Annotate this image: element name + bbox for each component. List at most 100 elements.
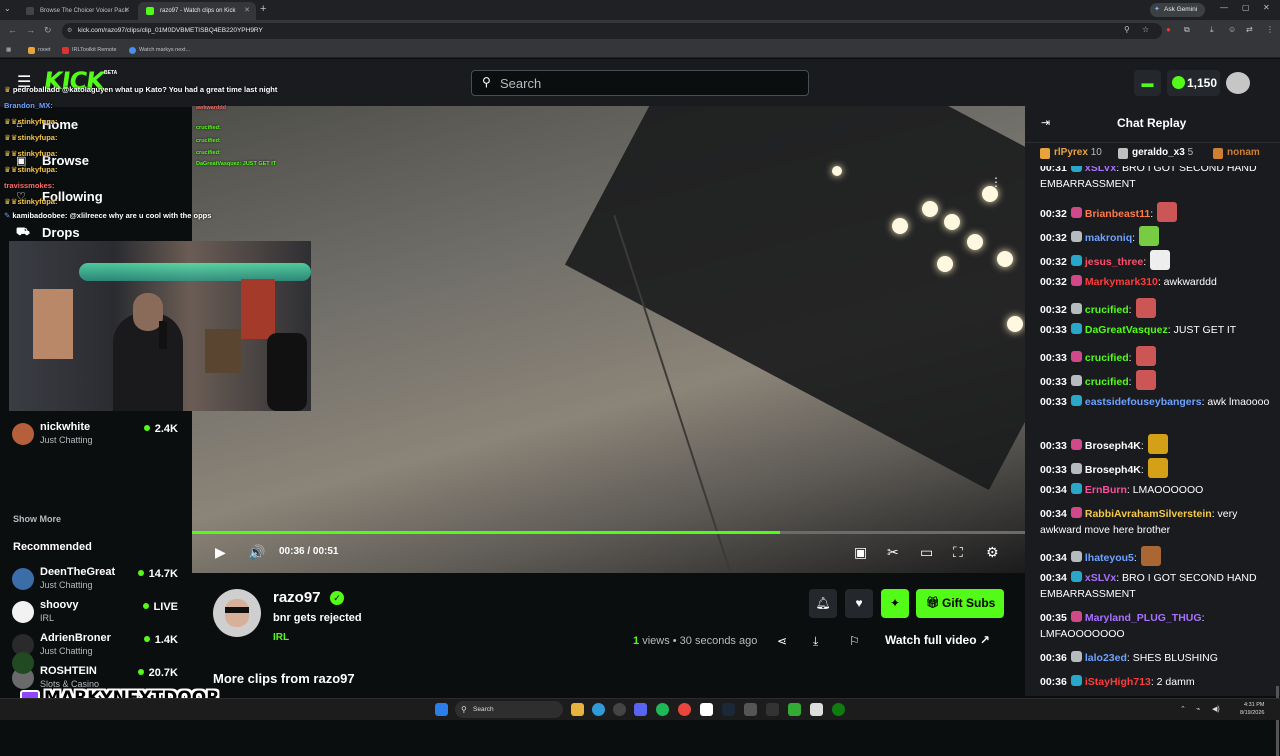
bookmark-item[interactable]: IRLToolkit Remote xyxy=(62,44,117,56)
picture-in-picture-icon[interactable]: ▭ xyxy=(920,544,933,561)
bookmark-item[interactable]: Watch markys next... xyxy=(129,44,190,56)
steam-icon[interactable] xyxy=(722,703,735,716)
message-username[interactable]: RabbiAvrahamSilverstein xyxy=(1085,508,1212,520)
message-username[interactable]: ErnBurn xyxy=(1085,484,1127,496)
bookmark-star-icon[interactable]: ☆ xyxy=(1142,25,1149,34)
message-username[interactable]: lhateyou5 xyxy=(1085,552,1134,564)
minimize-icon[interactable]: — xyxy=(1220,3,1228,12)
close-tab-icon[interactable]: ✕ xyxy=(124,2,130,20)
fullscreen-icon[interactable]: ⛶ xyxy=(953,544,963,561)
message-username[interactable]: xSLVx xyxy=(1085,166,1116,174)
app-icon[interactable] xyxy=(810,703,823,716)
system-clock[interactable]: 4:31 PM 8/19/2026 xyxy=(1240,701,1264,717)
browser-tab[interactable]: Browse The Choicer Voicer Pack ✕ xyxy=(18,2,136,20)
message-username[interactable]: Broseph4K xyxy=(1085,464,1141,476)
zoom-icon[interactable]: ⚲ xyxy=(1124,25,1130,34)
gift-subs-button[interactable]: 🎁︎ Gift Subs xyxy=(916,589,1004,618)
message-username[interactable]: jesus_three xyxy=(1085,256,1143,268)
xbox-icon[interactable] xyxy=(832,703,845,716)
spotify-icon[interactable] xyxy=(656,703,669,716)
sidebar-item-drops[interactable]: ⛟ Drops xyxy=(16,225,80,240)
translate-icon[interactable]: ⇄ xyxy=(1246,25,1253,34)
sidebar-channel[interactable]: shoovy IRL LIVE xyxy=(12,597,182,629)
tab-list-icon[interactable]: ⌄ xyxy=(4,4,11,13)
settings-icon[interactable] xyxy=(744,703,757,716)
volume-icon[interactable]: 🔊 xyxy=(248,544,265,561)
watch-full-video-link[interactable]: Watch full video ↗ xyxy=(885,633,990,647)
leaderboard-item[interactable]: nonam xyxy=(1213,147,1260,159)
taskbar-search[interactable]: Search xyxy=(455,701,563,718)
obs-icon[interactable] xyxy=(613,703,626,716)
channel-name[interactable]: razo97 xyxy=(273,589,321,606)
maximize-icon[interactable]: ▢ xyxy=(1242,3,1250,12)
clip-icon[interactable]: ✂ xyxy=(887,544,899,561)
forward-icon[interactable]: → xyxy=(26,25,35,35)
theater-mode-icon[interactable]: ▣ xyxy=(854,544,867,561)
follow-button[interactable]: ♥ xyxy=(845,589,873,618)
new-tab-icon[interactable]: + xyxy=(260,3,266,15)
apps-icon[interactable]: ▦ xyxy=(6,44,11,56)
message-username[interactable]: DaGreatVasquez xyxy=(1085,324,1168,336)
download-icon[interactable]: ⤓ xyxy=(1210,25,1214,35)
wallet-button[interactable]: ▬ xyxy=(1134,70,1161,96)
network-icon[interactable]: ⌁ xyxy=(1196,705,1200,713)
message-username[interactable]: eastsidefouseybangers xyxy=(1085,396,1202,408)
close-tab-icon[interactable]: ✕ xyxy=(244,2,250,20)
ask-gemini-button[interactable]: Ask Gemini xyxy=(1150,3,1206,17)
notifications-button[interactable]: 🔔︎ xyxy=(809,589,837,618)
message-username[interactable]: Maryland_PLUG_THUG xyxy=(1085,612,1202,624)
extensions-icon[interactable]: ⧉ xyxy=(1184,25,1190,35)
report-icon[interactable]: ⚐ xyxy=(849,634,860,648)
message-username[interactable]: Broseph4K xyxy=(1085,440,1141,452)
play-icon[interactable]: ▶ xyxy=(215,544,226,561)
url-field[interactable]: kick.com/razo97/clips/clip_01M0DVBMETISB… xyxy=(62,23,1162,39)
file-explorer-icon[interactable] xyxy=(571,703,584,716)
message-username[interactable]: Markymark310 xyxy=(1085,276,1158,288)
download-icon[interactable]: ⤓ xyxy=(813,634,818,649)
message-username[interactable]: makroniq xyxy=(1085,232,1132,244)
extension-icon[interactable]: ● xyxy=(1166,25,1171,34)
profile-icon[interactable]: ☺ xyxy=(1228,25,1236,34)
message-username[interactable]: lalo23ed xyxy=(1085,652,1127,664)
menu-icon[interactable]: ⋮ xyxy=(1266,25,1274,34)
user-avatar[interactable] xyxy=(1226,72,1250,94)
sidebar-channel[interactable]: AdrienBroner Just Chatting 1.4K xyxy=(12,630,182,662)
chat-scrollbar[interactable] xyxy=(1276,686,1279,756)
channel-avatar[interactable] xyxy=(213,589,261,637)
chrome-icon[interactable] xyxy=(678,703,691,716)
message-username[interactable]: Brianbeast11 xyxy=(1085,208,1150,220)
message-username[interactable]: iStayHigh713 xyxy=(1085,676,1151,688)
search-box[interactable]: ⚲ xyxy=(471,70,809,96)
back-icon[interactable]: ← xyxy=(8,25,17,35)
app-icon[interactable] xyxy=(788,703,801,716)
volume-icon[interactable]: ◀) xyxy=(1212,705,1220,713)
app-icon[interactable] xyxy=(700,703,713,716)
sidebar-channel[interactable]: DeenTheGreat Just Chatting 14.7K xyxy=(12,564,182,596)
browser-tab-active[interactable]: razo97 - Watch clips on Kick ✕ xyxy=(138,2,256,20)
message-username[interactable]: xSLVx xyxy=(1085,572,1116,584)
search-input[interactable] xyxy=(500,71,800,95)
show-more-link[interactable]: Show More xyxy=(13,514,61,524)
reload-icon[interactable]: ↻ xyxy=(44,25,52,36)
clip-category-link[interactable]: IRL xyxy=(273,632,289,643)
leaderboard-item[interactable]: rlPyrex 10 xyxy=(1040,147,1102,159)
share-icon[interactable]: ⋖ xyxy=(777,634,787,648)
sidebar-channel[interactable]: nickwhite Just Chatting 2.4K xyxy=(12,419,182,451)
discord-icon[interactable] xyxy=(634,703,647,716)
message-username[interactable]: crucified xyxy=(1085,376,1129,388)
bookmark-item[interactable]: rooet xyxy=(28,44,51,56)
windows-start-icon[interactable] xyxy=(435,703,448,716)
video-player[interactable] xyxy=(192,106,1025,573)
tray-chevron-icon[interactable]: ⌃ xyxy=(1180,705,1186,713)
edge-icon[interactable] xyxy=(592,703,605,716)
subscribe-button[interactable]: ✦ xyxy=(881,589,909,618)
close-window-icon[interactable]: ✕ xyxy=(1263,3,1270,12)
points-button[interactable]: 1,150 xyxy=(1167,70,1220,96)
more-options-icon[interactable]: ⋮ xyxy=(990,175,1002,189)
message-username[interactable]: crucified xyxy=(1085,304,1129,316)
leaderboard-item[interactable]: geraldo_x3 5 xyxy=(1118,147,1193,159)
settings-icon[interactable]: ⚙ xyxy=(986,544,999,561)
message-username[interactable]: crucified xyxy=(1085,352,1129,364)
app-icon[interactable] xyxy=(766,703,779,716)
collapse-chat-icon[interactable]: ⇥ xyxy=(1041,116,1050,129)
